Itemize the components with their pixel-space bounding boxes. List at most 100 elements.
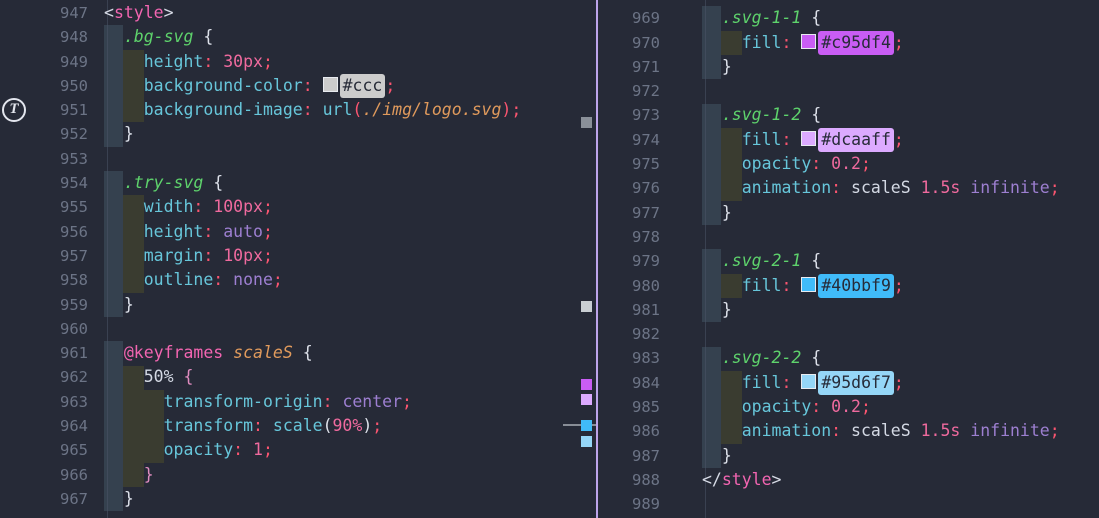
code-token: .svg-2-2 [722,348,801,367]
code-line[interactable]: 950 background-color: #ccc; [0,74,596,98]
code-line[interactable]: 970 fill: #c95df4; [598,31,1099,55]
line-number[interactable]: 967 [0,487,88,511]
code-line[interactable]: 957 margin: 10px; [0,244,596,268]
code-line[interactable]: 964 transform: scale(90%); [0,414,596,438]
code-line[interactable]: 951 background-image: url(./img/logo.svg… [0,98,596,122]
line-number[interactable]: 956 [0,220,88,244]
code-line[interactable]: 958 outline: none; [0,268,596,292]
line-number[interactable]: 986 [598,419,660,443]
code-token: center [342,392,402,411]
line-number[interactable]: 989 [598,492,660,516]
line-number[interactable]: 965 [0,438,88,462]
code-line[interactable]: 961 @keyframes scaleS { [0,341,596,365]
line-number[interactable]: 983 [598,346,660,370]
code-line[interactable]: 954 .try-svg { [0,171,596,195]
code-line[interactable]: 955 width: 100px; [0,195,596,219]
code-line[interactable]: 974 fill: #dcaaff; [598,128,1099,152]
color-swatch[interactable] [323,77,338,92]
code-line[interactable]: 963 transform-origin: center; [0,390,596,414]
code-line[interactable]: 965 opacity: 1; [0,438,596,462]
code-line[interactable]: 985 opacity: 0.2; [598,395,1099,419]
code-line[interactable]: 982 [598,322,1099,346]
code-line[interactable]: 972 [598,79,1099,103]
line-number[interactable]: 969 [598,6,660,30]
code-token: style [114,3,164,22]
line-number[interactable]: 957 [0,244,88,268]
code-line[interactable]: 953 [0,147,596,171]
overview-ruler-marker[interactable] [581,420,592,431]
color-swatch[interactable] [801,374,816,389]
editor-pane-right[interactable]: 968969 .svg-1-1 {970 fill: #c95df4;971 }… [598,0,1099,518]
code-line[interactable]: 948 .bg-svg { [0,25,596,49]
line-number[interactable]: 963 [0,390,88,414]
code-line[interactable]: 978 [598,225,1099,249]
line-number[interactable]: 978 [598,225,660,249]
line-number[interactable]: 971 [598,55,660,79]
line-number[interactable]: 947 [0,1,88,25]
line-number[interactable]: 979 [598,249,660,273]
code-line[interactable]: 966 } [0,463,596,487]
code-line[interactable]: 956 height: auto; [0,220,596,244]
line-number[interactable]: 975 [598,152,660,176]
line-number[interactable]: 960 [0,317,88,341]
overview-ruler-marker[interactable] [581,301,592,312]
color-swatch[interactable] [801,34,816,49]
code-line[interactable]: 952 } [0,122,596,146]
line-number[interactable]: 949 [0,50,88,74]
code-line[interactable]: 959 } [0,293,596,317]
code-line[interactable]: 977 } [598,201,1099,225]
line-number[interactable]: 954 [0,171,88,195]
line-number[interactable]: 988 [598,468,660,492]
code-line[interactable]: 947<style> [0,1,596,25]
line-number[interactable]: 958 [0,268,88,292]
line-number[interactable]: 977 [598,201,660,225]
line-number[interactable]: 962 [0,365,88,389]
line-number[interactable]: 948 [0,25,88,49]
code-line[interactable]: 976 animation: scaleS 1.5s infinite; [598,176,1099,200]
line-number[interactable]: 974 [598,128,660,152]
code-line[interactable]: 969 .svg-1-1 { [598,6,1099,30]
line-number[interactable]: 953 [0,147,88,171]
code-line[interactable]: 989 [598,492,1099,516]
code-line[interactable]: 980 fill: #40bbf9; [598,274,1099,298]
color-swatch[interactable] [801,277,816,292]
line-number[interactable]: 985 [598,395,660,419]
line-number[interactable]: 976 [598,176,660,200]
line-number[interactable]: 984 [598,371,660,395]
code-line[interactable]: 973 .svg-1-2 { [598,103,1099,127]
line-number[interactable]: 961 [0,341,88,365]
line-number[interactable]: 972 [598,79,660,103]
code-line[interactable]: 960 [0,317,596,341]
code-line[interactable]: 971 } [598,55,1099,79]
line-number[interactable]: 950 [0,74,88,98]
overview-ruler-marker[interactable] [581,117,592,128]
code-line[interactable]: 967 } [0,487,596,511]
editor-pane-left[interactable]: 947<style>948 .bg-svg {949 height: 30px;… [0,0,596,518]
overview-ruler-marker[interactable] [581,394,592,405]
overview-ruler-marker[interactable] [581,379,592,390]
color-swatch[interactable] [801,131,816,146]
line-number[interactable]: 964 [0,414,88,438]
line-number[interactable]: 981 [598,298,660,322]
overview-ruler-marker[interactable] [581,436,592,447]
line-number[interactable]: 982 [598,322,660,346]
code-line[interactable]: 988</style> [598,468,1099,492]
code-line[interactable]: 986 animation: scaleS 1.5s infinite; [598,419,1099,443]
line-number[interactable]: 959 [0,293,88,317]
line-number[interactable]: 955 [0,195,88,219]
line-number[interactable]: 952 [0,122,88,146]
code-line[interactable]: 962 50% { [0,365,596,389]
code-line[interactable]: 987 } [598,444,1099,468]
code-line[interactable]: 949 height: 30px; [0,50,596,74]
line-number[interactable]: 980 [598,274,660,298]
code-line[interactable]: 979 .svg-2-1 { [598,249,1099,273]
code-line[interactable]: 975 opacity: 0.2; [598,152,1099,176]
line-number[interactable]: 987 [598,444,660,468]
code-line[interactable]: 983 .svg-2-2 { [598,346,1099,370]
line-number[interactable]: 973 [598,103,660,127]
line-number[interactable]: 966 [0,463,88,487]
code-line[interactable]: 984 fill: #95d6f7; [598,371,1099,395]
code-text: 50% { [104,365,193,389]
code-line[interactable]: 981 } [598,298,1099,322]
line-number[interactable]: 970 [598,31,660,55]
